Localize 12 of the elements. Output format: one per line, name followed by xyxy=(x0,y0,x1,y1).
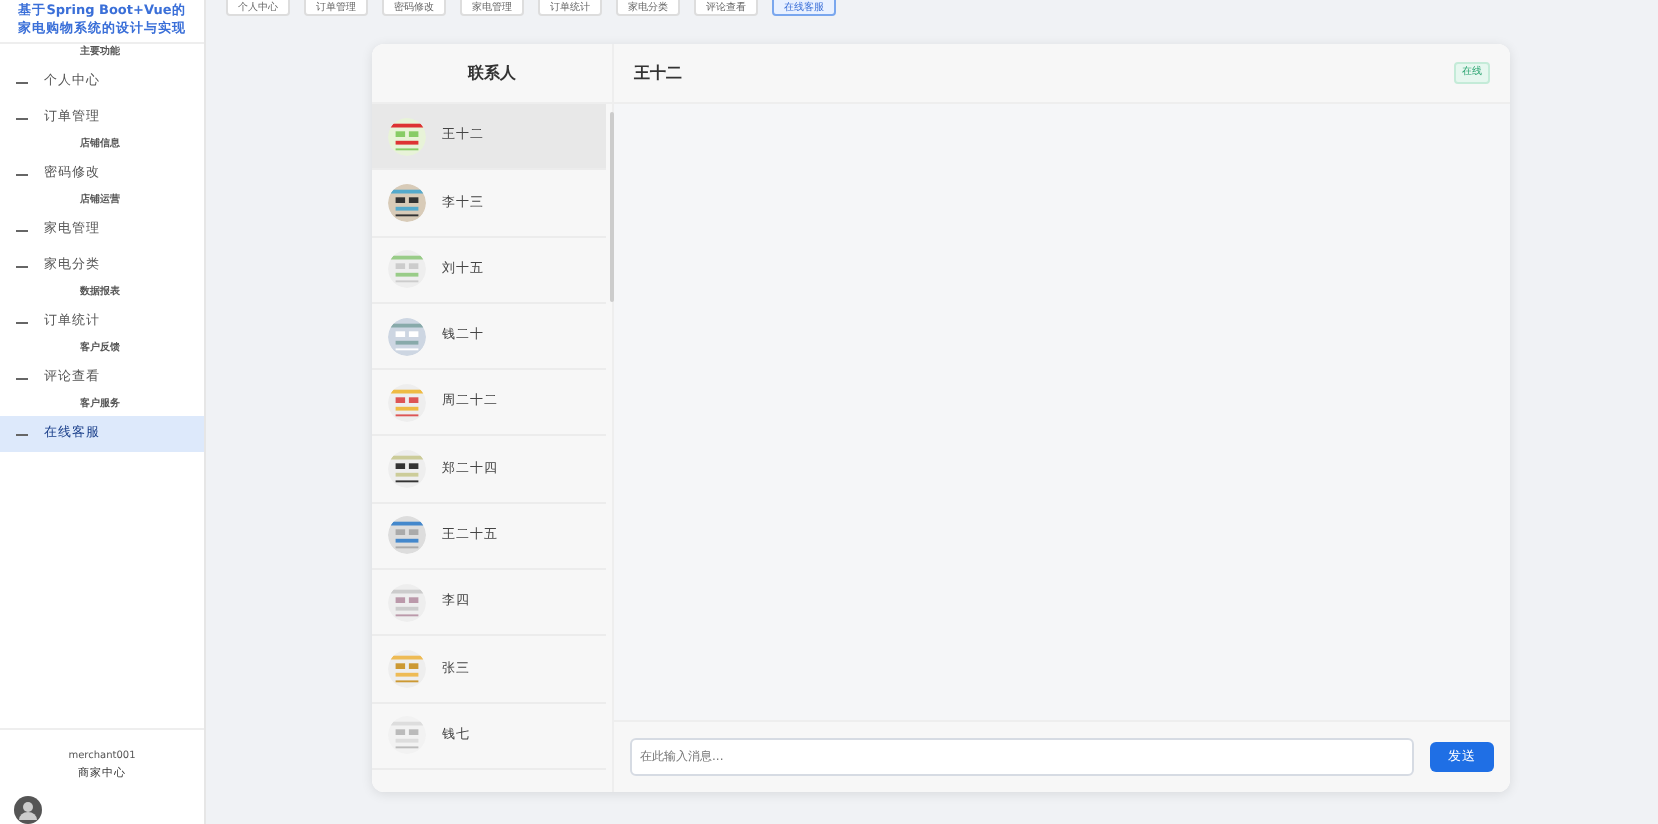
dash-icon xyxy=(16,229,28,231)
dash-icon xyxy=(16,265,28,267)
avatar-icon xyxy=(14,796,42,824)
dash-icon xyxy=(16,117,28,119)
scrollbar[interactable] xyxy=(610,112,614,302)
dash-icon xyxy=(16,321,28,323)
dash-icon xyxy=(16,173,28,175)
chat-title: 王十二 xyxy=(634,61,682,85)
contacts-title: 联系人 xyxy=(468,61,516,85)
dash-icon xyxy=(16,81,28,83)
dash-icon xyxy=(16,377,28,379)
dash-icon xyxy=(16,433,28,435)
